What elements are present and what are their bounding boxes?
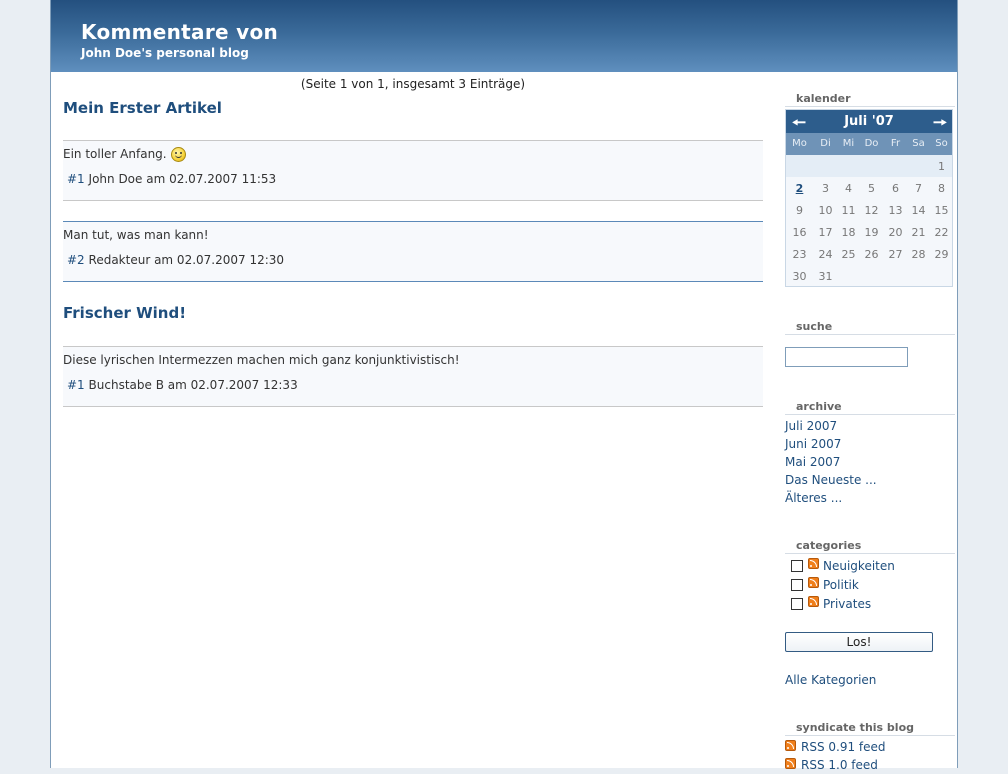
comment: Man tut, was man kann! #2 Redakteur am 0…: [63, 221, 763, 282]
archive-link[interactable]: Juli 2007: [785, 419, 837, 433]
calendar-day: 10: [818, 204, 833, 217]
calendar-row-shade: [786, 155, 952, 177]
weekday-label: Mi: [842, 138, 855, 149]
feed-link[interactable]: RSS 0.91 feed: [801, 740, 886, 754]
blog-subtitle: John Doe's personal blog: [81, 46, 249, 60]
comment-text: Man tut, was man kann!: [63, 228, 209, 242]
calendar-day: 24: [818, 248, 833, 261]
calendar: 🠔 Juli '07 🠖 Mo Di Mi Do Fr Sa So 1 2 3 4 5 6 7 8 9 10 1…: [785, 109, 953, 287]
page: Kommentare von John Doe's personal blog …: [50, 0, 958, 772]
page-title: Kommentare von: [81, 20, 279, 44]
calendar-day: 18: [841, 226, 856, 239]
weekday-label: Fr: [890, 138, 901, 149]
calendar-day: 11: [841, 204, 856, 217]
comment-number-link[interactable]: #1: [67, 378, 85, 392]
calendar-day: 20: [888, 226, 903, 239]
rss-icon[interactable]: [808, 558, 819, 569]
calendar-day: 28: [911, 248, 926, 261]
comment-author-date: Buchstabe B am 02.07.2007 12:33: [88, 378, 298, 392]
category-checkbox[interactable]: [791, 579, 803, 591]
calendar-day: 21: [911, 226, 926, 239]
syndicate-title: syndicate this blog: [785, 721, 955, 736]
rss-icon[interactable]: [808, 596, 819, 607]
comment-text: Ein toller Anfang.: [63, 147, 186, 162]
rss-icon[interactable]: [785, 758, 796, 769]
calendar-header: 🠔 Juli '07 🠖: [786, 110, 952, 133]
calendar-day: 9: [796, 204, 803, 217]
calendar-day: 25: [841, 248, 856, 261]
search-title: suche: [785, 320, 955, 335]
comment-meta: #1 John Doe am 02.07.2007 11:53: [67, 172, 276, 186]
calendar-day: 8: [938, 182, 945, 195]
archive-title: archive: [785, 400, 955, 415]
entry-title-link[interactable]: Mein Erster Artikel: [63, 99, 222, 117]
blog-header: Kommentare von John Doe's personal blog: [51, 0, 957, 72]
calendar-day: 4: [845, 182, 852, 195]
calendar-day: 29: [934, 248, 949, 261]
search-input[interactable]: [785, 347, 908, 367]
calendar-day: 5: [868, 182, 875, 195]
comment-meta: #1 Buchstabe B am 02.07.2007 12:33: [67, 378, 298, 392]
calendar-day: 19: [864, 226, 879, 239]
comment: Ein toller Anfang. #1 John Doe am 02.07.…: [63, 140, 763, 201]
calendar-month: Juli '07: [844, 114, 894, 129]
category-link[interactable]: Politik: [823, 578, 859, 592]
calendar-title: kalender: [785, 92, 955, 107]
archive-link[interactable]: Das Neueste ...: [785, 473, 877, 487]
calendar-day: 1: [938, 160, 945, 173]
feed-link[interactable]: RSS 1.0 feed: [801, 758, 878, 772]
weekday-label: So: [935, 138, 948, 149]
calendar-day-today[interactable]: 2: [788, 182, 811, 195]
all-categories-link[interactable]: Alle Kategorien: [785, 673, 876, 687]
comment-meta: #2 Redakteur am 02.07.2007 12:30: [67, 253, 284, 267]
calendar-day: 22: [934, 226, 949, 239]
calendar-day: 23: [792, 248, 807, 261]
calendar-day: 31: [818, 270, 833, 283]
calendar-day: 14: [911, 204, 926, 217]
categories-title: categories: [785, 539, 955, 554]
calendar-weekdays: Mo Di Mi Do Fr Sa So: [786, 133, 952, 155]
calendar-day: 30: [792, 270, 807, 283]
calendar-day: 3: [822, 182, 829, 195]
category-link[interactable]: Privates: [823, 597, 871, 611]
category-checkbox[interactable]: [791, 598, 803, 610]
comment-number-link[interactable]: #2: [67, 253, 85, 267]
calendar-day: 6: [892, 182, 899, 195]
category-link[interactable]: Neuigkeiten: [823, 559, 895, 573]
calendar-day: 16: [792, 226, 807, 239]
go-button[interactable]: Los!: [785, 632, 933, 652]
entry-title-link[interactable]: Frischer Wind!: [63, 304, 186, 322]
archive-link[interactable]: Juni 2007: [785, 437, 841, 451]
calendar-day: 17: [818, 226, 833, 239]
rss-icon[interactable]: [808, 577, 819, 588]
comment-text: Diese lyrischen Intermezzen machen mich …: [63, 353, 460, 367]
archive-link[interactable]: Älteres ...: [785, 491, 842, 505]
comment-author-date: John Doe am 02.07.2007 11:53: [88, 172, 277, 186]
rss-icon[interactable]: [785, 740, 796, 751]
weekday-label: Mo: [792, 138, 807, 149]
comment-number-link[interactable]: #1: [67, 172, 85, 186]
weekday-label: Sa: [912, 138, 925, 149]
weekday-label: Di: [820, 138, 831, 149]
calendar-day: 12: [864, 204, 879, 217]
comment-author-date: Redakteur am 02.07.2007 12:30: [88, 253, 285, 267]
calendar-day: 15: [934, 204, 949, 217]
calendar-day: 27: [888, 248, 903, 261]
archive-link[interactable]: Mai 2007: [785, 455, 840, 469]
calendar-day: 13: [888, 204, 903, 217]
comment: Diese lyrischen Intermezzen machen mich …: [63, 346, 763, 407]
calendar-day: 7: [915, 182, 922, 195]
calendar-day: 26: [864, 248, 879, 261]
wink-smiley-icon: [170, 147, 186, 162]
page-info: (Seite 1 von 1, insgesamt 3 Einträge): [300, 77, 526, 91]
category-checkbox[interactable]: [791, 560, 803, 572]
weekday-label: Do: [864, 138, 879, 149]
